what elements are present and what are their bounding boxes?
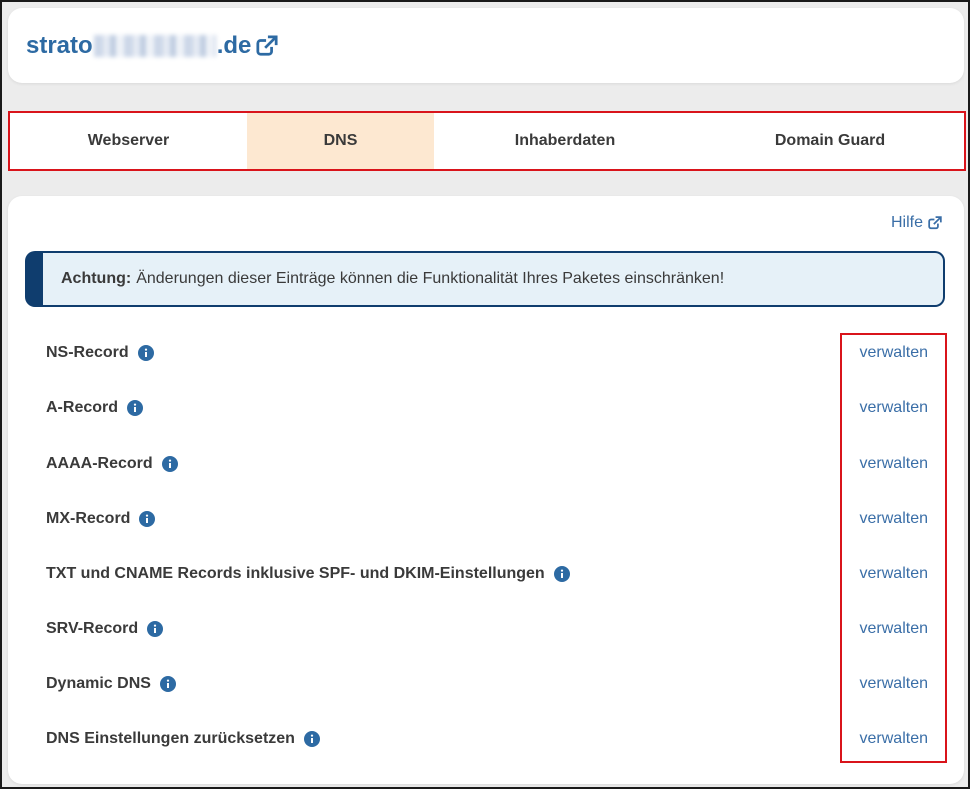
tab-domain-guard[interactable]: Domain Guard xyxy=(696,113,964,169)
alert-text: Änderungen dieser Einträge können die Fu… xyxy=(136,270,725,287)
domain-header-card: strato .de xyxy=(8,8,964,83)
help-link[interactable]: Hilfe xyxy=(891,214,942,232)
info-icon[interactable] xyxy=(137,345,154,361)
record-row-txt-cname: TXT und CNAME Records inklusive SPF- und… xyxy=(46,561,928,587)
record-row-dynamic-dns: Dynamic DNS verwalten xyxy=(46,671,928,697)
info-icon[interactable] xyxy=(127,400,144,416)
domain-link[interactable]: strato .de xyxy=(26,32,278,60)
tab-dns[interactable]: DNS xyxy=(247,113,434,169)
record-label: MX-Record xyxy=(46,510,131,527)
record-label: DNS Einstellungen zurücksetzen xyxy=(46,730,295,747)
tab-label: DNS xyxy=(323,132,358,149)
record-label: A-Record xyxy=(46,399,119,416)
redacted-domain-part xyxy=(93,35,216,57)
record-label: NS-Record xyxy=(46,344,129,361)
manage-link-srv[interactable]: verwalten xyxy=(860,620,928,638)
tab-bar: Webserver DNS Inhaberdaten Domain Guard xyxy=(8,111,966,171)
info-icon[interactable] xyxy=(161,456,178,472)
tab-webserver[interactable]: Webserver xyxy=(10,113,247,169)
manage-link-a[interactable]: verwalten xyxy=(860,399,928,417)
record-row-srv: SRV-Record verwalten xyxy=(46,616,928,642)
help-label: Hilfe xyxy=(890,214,923,231)
warning-alert: Achtung: Änderungen dieser Einträge könn… xyxy=(25,251,945,307)
record-label: Dynamic DNS xyxy=(46,675,151,692)
record-label: TXT und CNAME Records inklusive SPF- und… xyxy=(46,565,545,582)
info-icon[interactable] xyxy=(303,731,320,747)
record-row-aaaa: AAAA-Record verwalten xyxy=(46,451,928,477)
info-icon[interactable] xyxy=(159,676,176,692)
tab-label: Inhaberdaten xyxy=(514,132,616,149)
domain-prefix: strato xyxy=(26,32,93,59)
record-row-a: A-Record verwalten xyxy=(46,395,928,421)
manage-link-dns-reset[interactable]: verwalten xyxy=(860,730,928,748)
record-row-mx: MX-Record verwalten xyxy=(46,506,928,532)
external-link-icon xyxy=(256,35,278,56)
info-icon[interactable] xyxy=(139,511,156,527)
manage-link-txt-cname[interactable]: verwalten xyxy=(860,565,928,583)
manage-link-dynamic-dns[interactable]: verwalten xyxy=(860,675,928,693)
manage-link-mx[interactable]: verwalten xyxy=(860,510,928,528)
record-label: SRV-Record xyxy=(46,620,139,637)
external-link-icon xyxy=(928,216,942,230)
manage-link-ns[interactable]: verwalten xyxy=(860,344,928,362)
record-row-ns: NS-Record verwalten xyxy=(46,340,928,366)
alert-title: Achtung: xyxy=(61,270,132,287)
dns-records-card: Hilfe Achtung: Änderungen dieser Einträg… xyxy=(8,196,964,784)
record-row-dns-reset: DNS Einstellungen zurücksetzen verwalten xyxy=(46,726,928,752)
tab-label: Domain Guard xyxy=(774,132,886,149)
tab-inhaberdaten[interactable]: Inhaberdaten xyxy=(434,113,696,169)
tab-label: Webserver xyxy=(87,132,170,149)
record-label: AAAA-Record xyxy=(46,455,153,472)
info-icon[interactable] xyxy=(553,566,570,582)
manage-link-aaaa[interactable]: verwalten xyxy=(860,455,928,473)
info-icon[interactable] xyxy=(147,621,164,637)
domain-suffix: .de xyxy=(216,32,252,59)
